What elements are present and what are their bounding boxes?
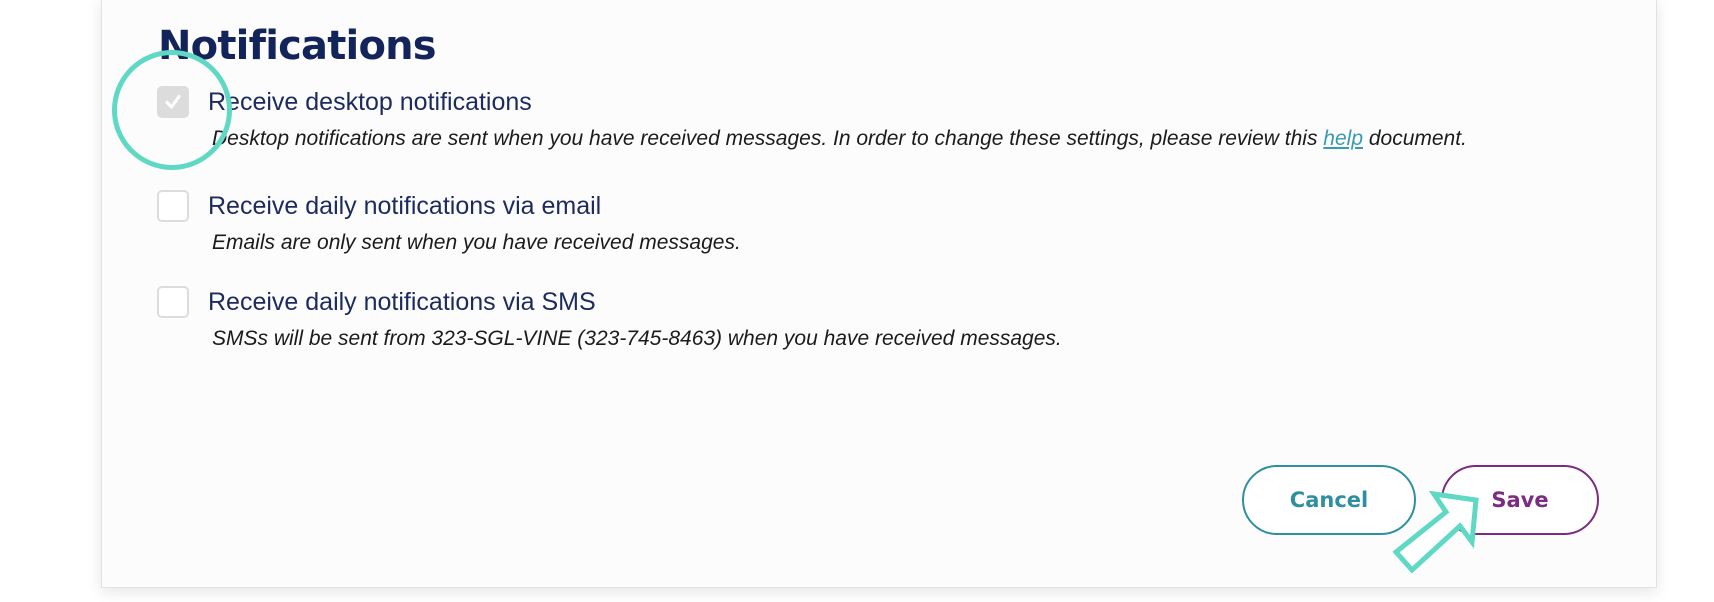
cancel-button[interactable]: Cancel	[1242, 465, 1416, 535]
sms-notifications-label[interactable]: Receive daily notifications via SMS	[208, 287, 596, 317]
section-title: Notifications	[158, 23, 437, 69]
email-notifications-description: Emails are only sent when you have recei…	[212, 231, 741, 254]
sms-notifications-checkbox[interactable]	[157, 286, 189, 318]
option-email-notifications: Receive daily notifications via email Em…	[157, 190, 1597, 280]
option-desktop-notifications: Receive desktop notifications Desktop no…	[157, 86, 1597, 176]
checkmark-icon	[165, 94, 181, 109]
save-button[interactable]: Save	[1441, 465, 1599, 535]
desktop-notifications-checkbox[interactable]	[157, 86, 189, 118]
option-sms-notifications: Receive daily notifications via SMS SMSs…	[157, 286, 1597, 376]
description-text-after: document.	[1363, 127, 1467, 150]
help-link[interactable]: help	[1323, 127, 1363, 150]
desktop-notifications-description: Desktop notifications are sent when you …	[212, 126, 1467, 152]
desktop-notifications-label[interactable]: Receive desktop notifications	[208, 87, 532, 117]
email-notifications-checkbox[interactable]	[157, 190, 189, 222]
description-text-before: Desktop notifications are sent when you …	[212, 127, 1324, 150]
sms-notifications-description: SMSs will be sent from 323-SGL-VINE (323…	[212, 327, 1062, 350]
email-notifications-label[interactable]: Receive daily notifications via email	[208, 191, 601, 221]
